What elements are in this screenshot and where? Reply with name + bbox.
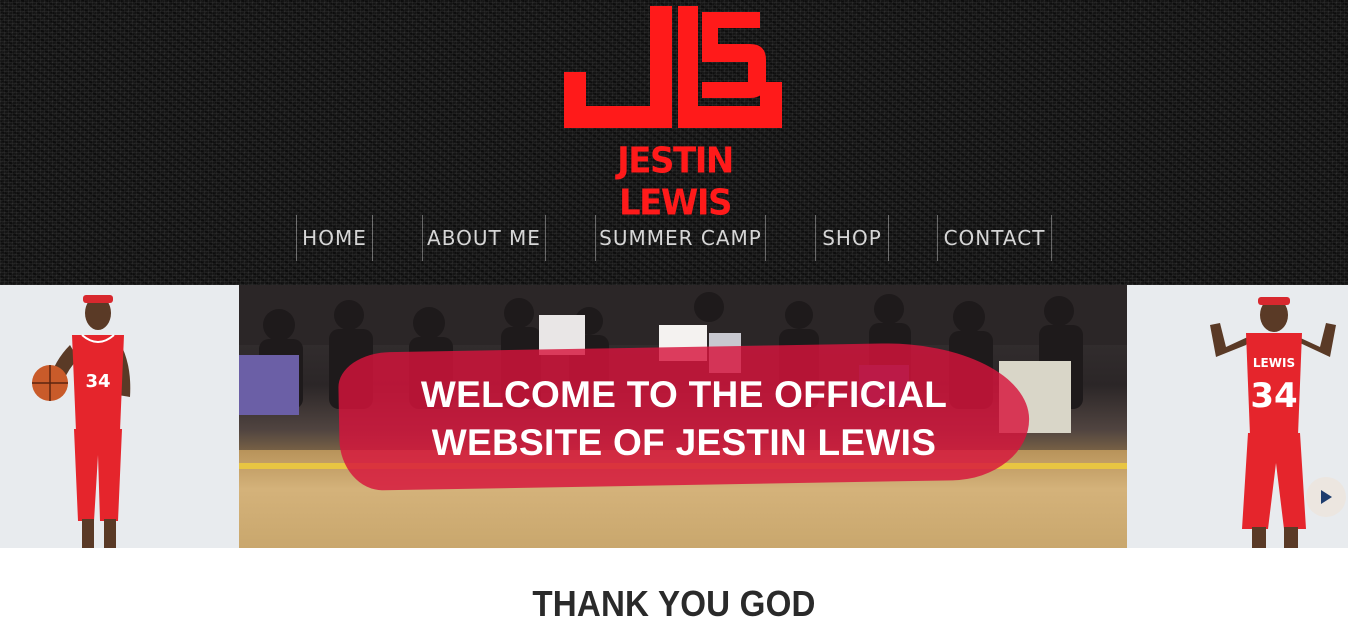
player-right-jersey-number: 34 [1250,376,1297,416]
player-left-jersey-number: 34 [85,371,110,392]
nav-item-label: HOME [302,226,367,250]
welcome-line-2: WEBSITE OF JESTIN LEWIS [431,422,937,463]
welcome-heading: WELCOME TO THE OFFICIAL WEBSITE OF JESTI… [389,371,979,467]
nav-item-contact[interactable]: CONTACT [937,215,1052,261]
welcome-line-1: WELCOME TO THE OFFICIAL [420,374,948,415]
nav-item-label: CONTACT [943,226,1046,250]
player-right-jersey-name: LEWIS [1253,356,1295,370]
nav-item-home[interactable]: HOME [296,215,373,261]
site-header: JESTIN LEWIS HOME ABOUT ME SUMMER CAMP S… [0,0,1348,285]
nav-item-label: SHOP [822,226,882,250]
play-icon [1321,490,1332,504]
j5-logo-icon [564,6,782,128]
hero-video[interactable]: WELCOME TO THE OFFICIAL WEBSITE OF JESTI… [239,285,1127,548]
hero-banner: 34 WELCOME TO THE OFFICIAL WEBSITE OF JE… [0,285,1348,548]
nav-item-shop[interactable]: SHOP [815,215,889,261]
page-title: THANK YOU GOD [532,583,816,624]
nav-item-summer-camp[interactable]: SUMMER CAMP [595,215,766,261]
play-button[interactable] [1306,477,1346,517]
player-left-image: 34 [32,295,131,548]
nav-item-label: SUMMER CAMP [599,226,762,250]
nav-item-label: ABOUT ME [427,226,541,250]
main-navigation: HOME ABOUT ME SUMMER CAMP SHOP CONTACT [0,215,1348,261]
site-logo[interactable]: JESTIN LEWIS [560,4,790,224]
nav-item-about-me[interactable]: ABOUT ME [422,215,546,261]
logo-brand-name: JESTIN LEWIS [617,140,734,224]
